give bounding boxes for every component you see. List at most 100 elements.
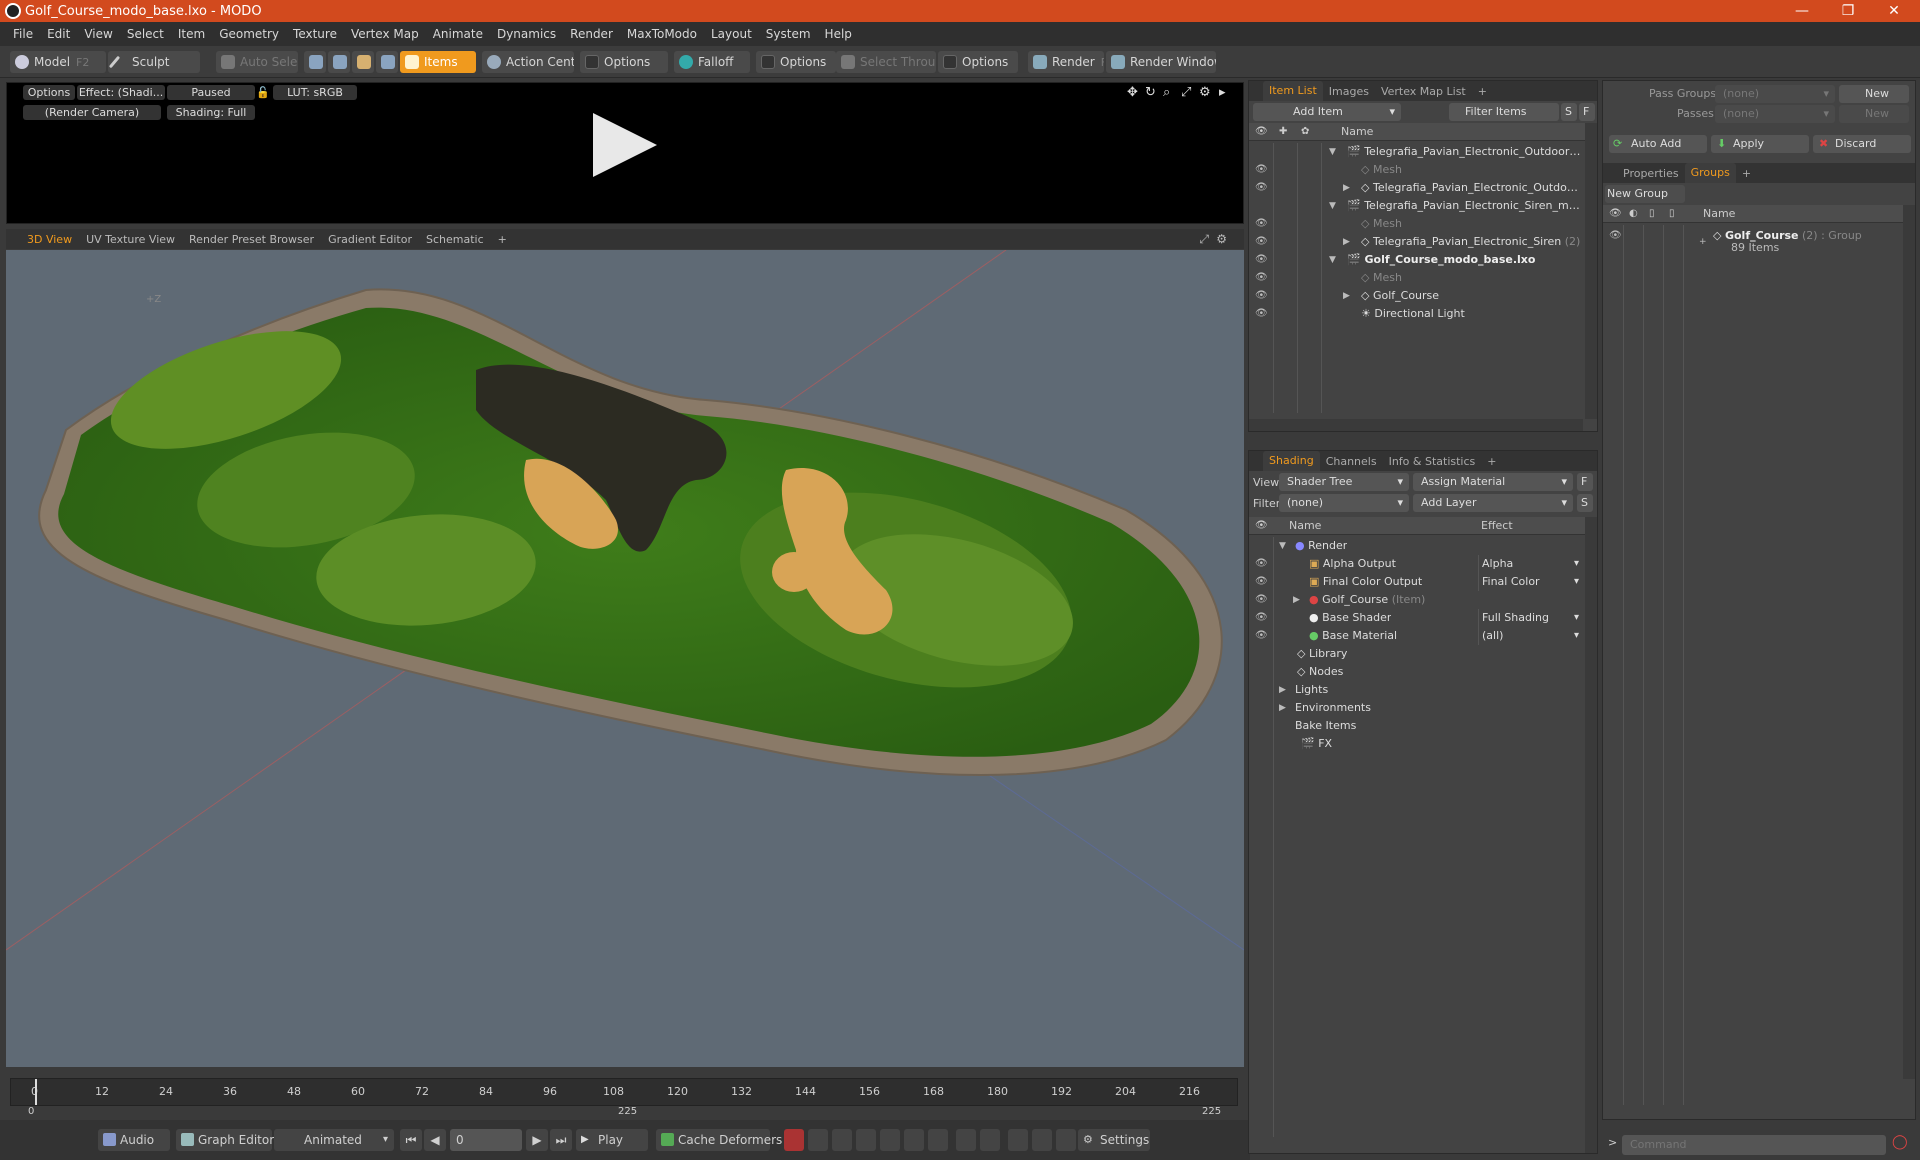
prev-frame-button[interactable]: ◀ [424, 1129, 446, 1151]
graph-editor-button[interactable]: Graph Editor [176, 1129, 274, 1151]
menu-maxtomodo[interactable]: MaxToModo [620, 27, 704, 41]
eye-icon[interactable]: 👁 [1255, 576, 1268, 588]
falloff-options-button[interactable]: Options [756, 51, 836, 73]
sync-icon[interactable] [1032, 1129, 1052, 1151]
add-layer-dropdown[interactable]: Add Layer ▾ [1413, 494, 1573, 512]
timeline-ruler[interactable]: 0 12 24 36 48 60 72 84 96 108 120 132 14… [10, 1078, 1238, 1106]
items-mode-button[interactable]: Items [400, 51, 476, 73]
auto-key-icon[interactable] [808, 1129, 828, 1151]
effect-dropdown[interactable]: (all) [1478, 627, 1579, 645]
new-group-button[interactable]: New Group [1605, 185, 1685, 203]
shading-f-button[interactable]: F [1577, 473, 1593, 491]
key-step-forward-icon[interactable] [980, 1129, 1000, 1151]
group-row[interactable]: 👁 + ◇ Golf_Course (2) : Group 89 Items [1603, 227, 1905, 257]
eye-icon[interactable]: 👁 [1255, 612, 1268, 624]
sculpt-mode-button[interactable]: Sculpt [108, 51, 200, 73]
eye-icon[interactable]: 👁 [1255, 308, 1268, 320]
chevron-down-icon[interactable]: ▼ [1279, 537, 1286, 555]
edges-mode-button[interactable] [328, 51, 350, 73]
add-tab-icon[interactable]: + [1472, 85, 1493, 98]
eye-icon[interactable]: 👁 [1255, 630, 1268, 642]
add-tab-icon[interactable]: + [1736, 167, 1757, 180]
list-item[interactable]: Bake Items [1249, 717, 1585, 735]
tab-channels[interactable]: Channels [1320, 455, 1383, 468]
action-center-options-button[interactable]: Options [580, 51, 668, 73]
falloff-button[interactable]: Falloff [674, 51, 750, 73]
list-item[interactable]: 👁 ● Base Shader Full Shading [1249, 609, 1585, 627]
go-start-button[interactable]: ⏮ [400, 1129, 422, 1151]
timeline[interactable]: 0 12 24 36 48 60 72 84 96 108 120 132 14… [6, 1070, 1244, 1118]
add-tab-icon[interactable]: + [1481, 455, 1502, 468]
key-next-icon[interactable] [856, 1129, 876, 1151]
menu-system[interactable]: System [759, 27, 818, 41]
eye-icon[interactable]: 👁 [1255, 182, 1268, 194]
menu-item[interactable]: Item [171, 27, 212, 41]
tab-gradient-editor[interactable]: Gradient Editor [321, 233, 419, 246]
filter-s-button[interactable]: S [1561, 103, 1577, 121]
list-item[interactable]: 👁 ☀ Directional Light [1249, 305, 1585, 323]
list-item[interactable]: 👁 ▼ 🎬 Golf_Course_modo_base.lxo [1249, 251, 1585, 269]
effect-dropdown[interactable]: Full Shading [1478, 609, 1579, 627]
next-frame-button[interactable]: ▶ [526, 1129, 548, 1151]
shading-s-button[interactable]: S [1577, 494, 1593, 512]
fullscreen-icon[interactable]: ⤢ [1181, 85, 1191, 100]
menu-edit[interactable]: Edit [40, 27, 77, 41]
zoom-icon[interactable]: ⌕ [1163, 85, 1170, 100]
tab-info-statistics[interactable]: Info & Statistics [1383, 455, 1482, 468]
chevron-right-icon[interactable]: ▶ [1343, 179, 1350, 197]
preview-paused-button[interactable]: Paused [167, 85, 255, 100]
chevron-right-icon[interactable]: ▸ [1219, 85, 1226, 100]
list-item[interactable]: 👁 ▣ Final Color Output Final Color [1249, 573, 1585, 591]
menu-help[interactable]: Help [818, 27, 859, 41]
tab-shading[interactable]: Shading [1263, 451, 1320, 471]
horizontal-scrollbar[interactable] [1249, 419, 1583, 431]
filter-items-input[interactable]: Filter Items [1449, 103, 1559, 121]
list-item[interactable]: ▼ ● Render [1249, 537, 1585, 555]
play-button[interactable]: ▶ Play [576, 1129, 648, 1151]
preview-shading-dropdown[interactable]: Shading: Full [167, 105, 255, 120]
menu-animate[interactable]: Animate [426, 27, 490, 41]
link-icon[interactable] [1008, 1129, 1028, 1151]
gear-icon[interactable]: ⚙ [1199, 85, 1211, 100]
key-prev-icon[interactable] [832, 1129, 852, 1151]
menu-texture[interactable]: Texture [286, 27, 344, 41]
chevron-right-icon[interactable]: ▶ [1343, 233, 1350, 251]
tab-images[interactable]: Images [1323, 85, 1375, 98]
tab-3d-view[interactable]: 3D View [20, 233, 79, 246]
eye-icon[interactable]: 👁 [1609, 230, 1622, 242]
action-center-button[interactable]: Action Center [482, 51, 574, 73]
list-item[interactable]: ▶ Environments [1249, 699, 1585, 717]
menu-layout[interactable]: Layout [704, 27, 759, 41]
refresh-icon[interactable]: ↻ [1145, 85, 1156, 100]
eye-icon[interactable]: 👁 [1255, 594, 1268, 606]
menu-dynamics[interactable]: Dynamics [490, 27, 563, 41]
polygons-mode-button[interactable] [352, 51, 374, 73]
eye-icon[interactable]: 👁 [1255, 218, 1268, 230]
record-icon[interactable] [904, 1129, 924, 1151]
add-item-dropdown[interactable]: Add Item ▾ [1253, 103, 1401, 121]
animated-dropdown[interactable]: Animated ▾ [274, 1129, 394, 1151]
tab-render-preset-browser[interactable]: Render Preset Browser [182, 233, 321, 246]
record-key-icon[interactable] [784, 1129, 804, 1151]
preview-camera-dropdown[interactable]: (Render Camera) [23, 105, 161, 120]
new-pass-button[interactable]: New [1839, 105, 1909, 123]
auto-select-button[interactable]: Auto Select [216, 51, 298, 73]
passes-dropdown[interactable]: (none) ▾ [1715, 105, 1835, 123]
tab-schematic[interactable]: Schematic [419, 233, 491, 246]
minimize-button[interactable]: — [1780, 0, 1824, 22]
cache-deformers-button[interactable]: Cache Deformers [656, 1129, 782, 1151]
eye-icon[interactable]: 👁 [1255, 290, 1268, 302]
list-item[interactable]: 👁 ▶ ● Golf_Course (Item) [1249, 591, 1585, 609]
list-item[interactable]: ◇ Nodes [1249, 663, 1585, 681]
eye-icon[interactable]: 👁 [1255, 272, 1268, 284]
chevron-down-icon[interactable]: ▼ [1329, 251, 1336, 269]
preview-effect-dropdown[interactable]: Effect: (Shadi... [77, 85, 165, 100]
key-step-back-icon[interactable] [956, 1129, 976, 1151]
menu-vertex-map[interactable]: Vertex Map [344, 27, 426, 41]
preview-options-button[interactable]: Options [23, 85, 75, 100]
settings-button[interactable]: ⚙ Settings [1078, 1129, 1150, 1151]
apply-button[interactable]: ⬇ Apply [1711, 135, 1809, 153]
menu-render[interactable]: Render [563, 27, 620, 41]
assign-material-dropdown[interactable]: Assign Material ▾ [1413, 473, 1573, 491]
discard-button[interactable]: ✖ Discard [1813, 135, 1911, 153]
